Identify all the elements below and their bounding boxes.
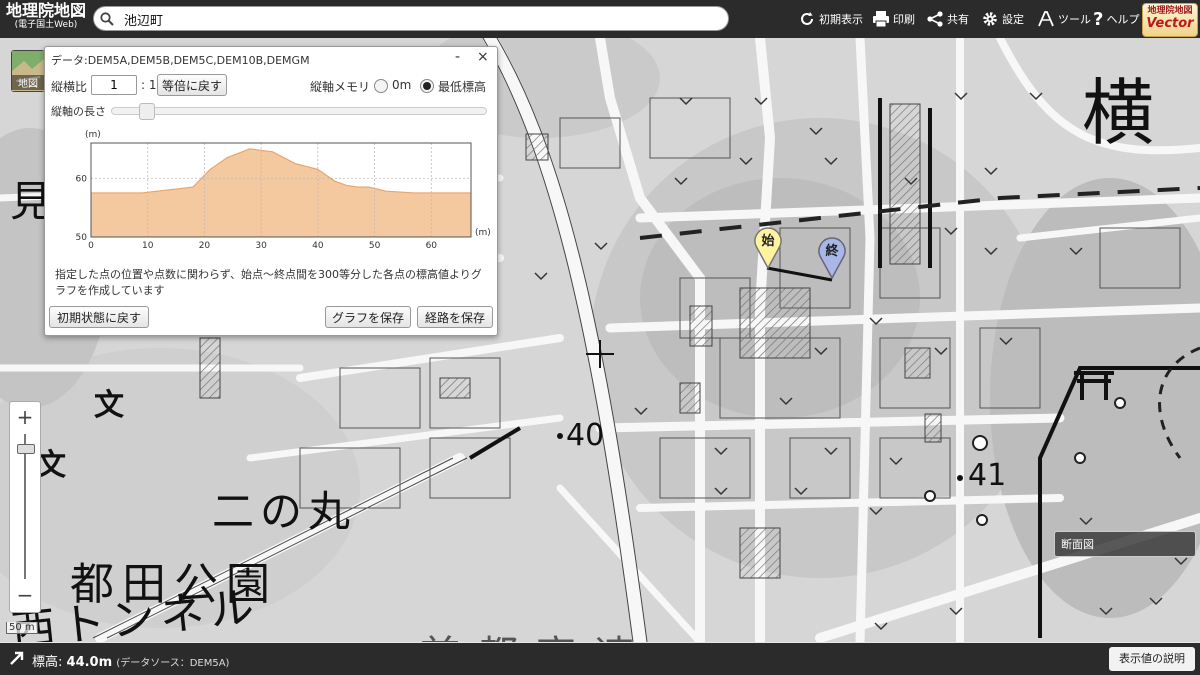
tools-label: ツール <box>1058 13 1091 26</box>
x-tick-label: 40 <box>312 241 324 251</box>
map-label-elev41: 41 <box>968 458 1007 493</box>
vector-badge-top: 地理院地図 <box>1147 6 1193 16</box>
y-tick-label: 60 <box>76 174 88 184</box>
search-box[interactable] <box>93 6 729 31</box>
x-tick-label: 50 <box>369 241 381 251</box>
refresh-icon <box>801 12 813 25</box>
radio-0m[interactable] <box>374 79 388 93</box>
share-label: 共有 <box>947 13 969 26</box>
print-label: 印刷 <box>893 13 915 26</box>
pin-end-label: 終 <box>825 244 839 259</box>
profile-note: 指定した点の位置や点数に関わらず、始点～終点間を300等分した各点の標高値よりグ… <box>55 268 482 297</box>
dialog-title: データ:DEM5A,DEM5B,DEM5C,DEM10B,DEMGM <box>51 54 310 67</box>
x-tick-label: 10 <box>142 241 154 251</box>
aspect-ratio-input[interactable] <box>91 75 137 95</box>
pin-start-label: 始 <box>761 234 775 249</box>
aspect-ratio-suffix: : 1 <box>141 78 157 92</box>
printer-icon <box>873 11 889 28</box>
header-bar: 地理院地図 (電子国土Web) 初期表示 印刷 共有 設定 ツール ? ヘルプ … <box>0 0 1200 38</box>
share-button[interactable]: 共有 <box>926 8 969 30</box>
layer-label: 地図 <box>12 75 44 90</box>
scale-bar: 50 m <box>6 622 38 634</box>
end-pin[interactable]: 終 <box>816 234 848 283</box>
help-icon: ? <box>1093 8 1104 30</box>
map-label-highway: 首都高速 <box>420 623 652 642</box>
gear-icon <box>983 12 997 26</box>
search-icon <box>100 12 114 26</box>
x-tick-label: 60 <box>426 241 438 251</box>
y-tick-label: 50 <box>76 233 88 243</box>
map-label-elev40: 40 <box>566 418 605 453</box>
app-logo[interactable]: 地理院地図 (電子国土Web) <box>4 3 88 35</box>
reset-scale-button[interactable]: 等倍に戻す <box>157 74 227 96</box>
zoom-slider-track[interactable] <box>24 434 26 579</box>
elevation-source: (データソース：DEM5A) <box>116 658 230 669</box>
share-icon <box>927 11 943 27</box>
save-graph-button[interactable]: グラフを保存 <box>325 306 411 328</box>
vector-badge[interactable]: 地理院地図 Vector <box>1142 3 1198 37</box>
start-pin[interactable]: 始 <box>752 224 784 273</box>
zoom-in-button[interactable]: + <box>10 404 40 430</box>
layer-select-button[interactable]: 地図 <box>11 50 45 92</box>
close-button[interactable]: × <box>477 49 489 65</box>
help-label: ヘルプ <box>1106 13 1140 26</box>
elevation-profile-chart: 0 10 20 30 40 50 60 50 60 (m) (m) <box>76 130 491 251</box>
initial-view-label: 初期表示 <box>819 13 863 26</box>
elevation-readout: 標高: 44.0m (データソース：DEM5A) <box>32 651 229 670</box>
profile-panel-tag[interactable]: 断面図 <box>1054 531 1196 557</box>
zoom-out-button[interactable]: − <box>10 582 40 608</box>
footer-bar: 標高: 44.0m (データソース：DEM5A) 表示値の説明 <box>0 643 1200 675</box>
tool-icon <box>1038 11 1054 27</box>
radio-0m-label: 0m <box>392 78 412 92</box>
radio-min-elevation[interactable] <box>420 79 434 93</box>
vertical-memory-label: 縦軸メモリ <box>310 80 371 94</box>
search-input[interactable] <box>122 9 716 30</box>
settings-label: 設定 <box>1002 13 1024 26</box>
minimize-button[interactable]: - <box>455 49 460 65</box>
save-route-button[interactable]: 経路を保存 <box>417 306 493 328</box>
x-tick-label: 0 <box>88 241 94 251</box>
zoom-control: + − <box>9 401 41 613</box>
map-label-ninomaru: 二の丸 <box>212 487 357 536</box>
logo-title: 地理院地図 <box>5 1 86 20</box>
x-tick-label: 30 <box>255 241 267 251</box>
x-axis-label: (m) <box>475 228 491 238</box>
settings-button[interactable]: 設定 <box>981 8 1024 30</box>
logo-subtitle: (電子国土Web) <box>14 20 78 30</box>
vector-badge-bottom: Vector <box>1146 16 1194 31</box>
reset-state-button[interactable]: 初期状態に戻す <box>49 306 149 328</box>
y-axis-label: (m) <box>85 130 101 140</box>
aspect-ratio-label: 縦横比 <box>51 80 88 94</box>
value-explanation-button[interactable]: 表示値の説明 <box>1109 647 1195 671</box>
axis-length-slider[interactable] <box>111 107 487 115</box>
expand-arrow-icon[interactable] <box>8 649 26 667</box>
tools-button[interactable]: ツール <box>1037 8 1091 30</box>
initial-view-button[interactable]: 初期表示 <box>798 8 863 30</box>
map-label-yoko: 横 <box>1082 71 1155 155</box>
radio-min-elevation-label: 最低標高 <box>438 80 487 94</box>
school-icon: 文 <box>94 388 124 423</box>
elevation-profile-dialog: データ:DEM5A,DEM5B,DEM5C,DEM10B,DEMGM - × 縦… <box>44 46 498 336</box>
elevation-label: 標高: <box>32 655 63 670</box>
x-tick-label: 20 <box>199 241 211 251</box>
zoom-slider-handle[interactable] <box>17 443 35 454</box>
axis-length-slider-handle[interactable] <box>139 103 155 120</box>
help-button[interactable]: ? ヘルプ <box>1093 8 1139 30</box>
elevation-value: 44.0m <box>66 655 113 670</box>
print-button[interactable]: 印刷 <box>872 8 915 30</box>
axis-length-label: 縦軸の長さ <box>51 105 106 118</box>
